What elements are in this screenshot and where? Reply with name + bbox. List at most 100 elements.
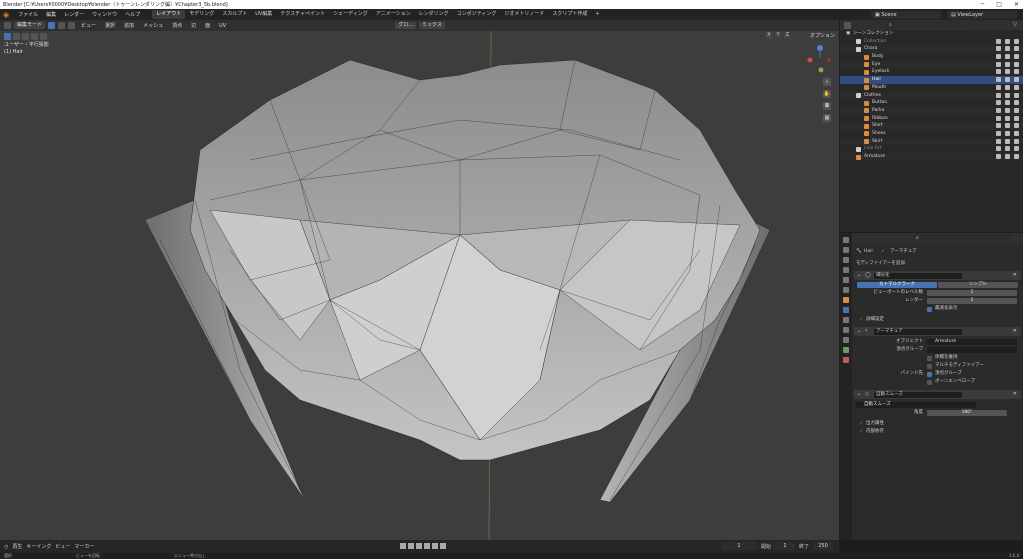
eye-icon[interactable]	[1005, 61, 1010, 67]
catmull-clark-toggle[interactable]: カトマルクラーク	[857, 281, 937, 288]
vertex-group-field[interactable]	[927, 347, 1017, 353]
exclude-checkbox-icon[interactable]	[996, 146, 1001, 152]
modifier-close-icon[interactable]: ✕	[1013, 391, 1017, 397]
eye-icon[interactable]	[1005, 146, 1010, 152]
exclude-checkbox-icon[interactable]	[996, 154, 1001, 159]
preserve-volume-checkbox[interactable]	[927, 355, 932, 361]
eye-icon[interactable]	[1005, 130, 1010, 136]
camera-render-icon[interactable]	[1014, 61, 1019, 67]
scene-field[interactable]: ▣ Scene	[871, 10, 941, 19]
camera-render-icon[interactable]	[1014, 92, 1019, 98]
timeline-editor-icon[interactable]: ◷	[4, 544, 8, 550]
outliner-item-line-art[interactable]: Line Art	[840, 145, 1023, 153]
eye-icon[interactable]	[1005, 100, 1010, 106]
jump-end-icon[interactable]	[440, 543, 446, 549]
play-reverse-icon[interactable]	[416, 543, 422, 549]
outliner-item-collection[interactable]: Collection	[840, 38, 1023, 46]
exclude-checkbox-icon[interactable]	[996, 100, 1001, 106]
world-tab-icon[interactable]	[843, 287, 849, 293]
outliner-item-eyelash[interactable]: Eyelash	[840, 68, 1023, 76]
camera-render-icon[interactable]	[1014, 84, 1019, 90]
outliner-item-skirt[interactable]: Skirt	[840, 137, 1023, 146]
armature-name-field[interactable]: アーマチュア	[874, 328, 962, 335]
camera-render-icon[interactable]	[1014, 46, 1019, 52]
blender-logo-icon[interactable]: ◉	[0, 11, 12, 19]
particles-tab-icon[interactable]	[843, 317, 849, 323]
eye-icon[interactable]	[1005, 84, 1010, 90]
subdivision-modifier-header[interactable]: ⌄ ◯ 細分化 ✕	[854, 271, 1021, 280]
outliner-search-input[interactable]: ⌕	[885, 21, 965, 29]
eye-icon[interactable]	[1005, 138, 1010, 144]
camera-icon[interactable]: ◘	[823, 102, 831, 110]
outliner-item-parka[interactable]: Parka	[840, 106, 1023, 115]
data-tab-icon[interactable]	[843, 347, 849, 353]
exclude-checkbox-icon[interactable]	[996, 107, 1001, 113]
tab-compositing[interactable]: コンポジティング	[453, 10, 501, 19]
axis-z-toggle[interactable]: Z	[783, 32, 791, 39]
camera-render-icon[interactable]	[1014, 100, 1019, 106]
menu-mesh[interactable]: メッシュ	[140, 22, 166, 29]
mode-dropdown[interactable]: 編集モード	[14, 22, 46, 29]
tab-layout[interactable]: レイアウト	[152, 10, 186, 19]
simple-toggle[interactable]: シンプル	[938, 281, 1018, 288]
tab-animation[interactable]: アニメーション	[372, 10, 415, 19]
options-dropdown[interactable]: オプション	[810, 32, 835, 39]
exclude-checkbox-icon[interactable]	[996, 61, 1001, 67]
exclude-checkbox-icon[interactable]	[996, 115, 1001, 121]
outliner-item-shoes[interactable]: Shoes	[840, 130, 1023, 138]
subdivision-name-field[interactable]: 細分化	[874, 272, 962, 279]
outliner-item-clothes[interactable]: Clothes	[840, 91, 1023, 100]
tab-uv[interactable]: UV編集	[251, 10, 276, 19]
step-forward-icon[interactable]	[432, 543, 438, 549]
timeline-keying[interactable]: キーイング	[26, 543, 51, 550]
eye-icon[interactable]	[1005, 115, 1010, 121]
advanced-panel[interactable]: › 詳細設定	[852, 316, 1023, 324]
select-extend-icon[interactable]	[22, 32, 29, 40]
angle-field[interactable]: 180°	[927, 410, 1007, 416]
material-tab-icon[interactable]	[843, 357, 849, 363]
select-subtract-icon[interactable]	[31, 32, 38, 40]
outliner-item-button[interactable]: Button	[840, 99, 1023, 107]
timeline-view[interactable]: ビュー	[55, 543, 70, 550]
view-layer-field[interactable]: ▤ ViewLayer	[947, 10, 1017, 19]
exclude-checkbox-icon[interactable]	[996, 69, 1001, 75]
view-layer-tab-icon[interactable]	[843, 267, 849, 273]
tool-tab-icon[interactable]	[843, 237, 849, 243]
outliner-item-shirt[interactable]: Shirt	[840, 122, 1023, 130]
chevron-down-icon[interactable]: ⌄	[857, 272, 861, 278]
eye-icon[interactable]	[1005, 38, 1010, 44]
tab-texture-paint[interactable]: テクスチャペイント	[276, 10, 329, 19]
menu-help[interactable]: ヘルプ	[121, 11, 144, 18]
autosmooth-name-field[interactable]: 自動スムーズ	[874, 391, 962, 398]
constraints-tab-icon[interactable]	[843, 337, 849, 343]
node-group-field[interactable]: 自動スムーズ	[856, 402, 976, 408]
outliner-item-body[interactable]: Body	[840, 53, 1023, 61]
exclude-checkbox-icon[interactable]	[996, 54, 1001, 60]
eye-icon[interactable]	[1005, 46, 1010, 52]
physics-tab-icon[interactable]	[843, 327, 849, 333]
step-back-icon[interactable]	[408, 543, 414, 549]
eye-icon[interactable]	[1005, 54, 1010, 60]
camera-render-icon[interactable]	[1014, 69, 1019, 75]
vertex-groups-checkbox[interactable]	[927, 371, 932, 377]
eye-icon[interactable]	[1005, 107, 1010, 113]
exclude-checkbox-icon[interactable]	[996, 130, 1001, 136]
bone-envelopes-checkbox[interactable]	[927, 379, 932, 385]
menu-select[interactable]: 選択	[102, 22, 118, 29]
camera-render-icon[interactable]	[1014, 115, 1019, 121]
exclude-checkbox-icon[interactable]	[996, 84, 1001, 90]
eye-icon[interactable]	[1005, 154, 1010, 159]
camera-render-icon[interactable]	[1014, 146, 1019, 152]
editor-type-icon[interactable]	[4, 22, 11, 29]
output-tab-icon[interactable]	[843, 257, 849, 263]
camera-render-icon[interactable]	[1014, 154, 1019, 159]
end-frame-field[interactable]: 250	[813, 542, 833, 550]
chevron-down-icon[interactable]: ⌄	[857, 391, 861, 397]
grid-view-icon[interactable]: ▦	[823, 114, 831, 122]
camera-render-icon[interactable]	[1014, 54, 1019, 60]
modifier-close-icon[interactable]: ✕	[1013, 328, 1017, 334]
menu-render[interactable]: レンダー	[60, 11, 88, 18]
tab-modeling[interactable]: モデリング	[185, 10, 218, 19]
eye-icon[interactable]	[1005, 92, 1010, 98]
add-modifier-button[interactable]: モディファイアーを追加	[856, 260, 905, 268]
